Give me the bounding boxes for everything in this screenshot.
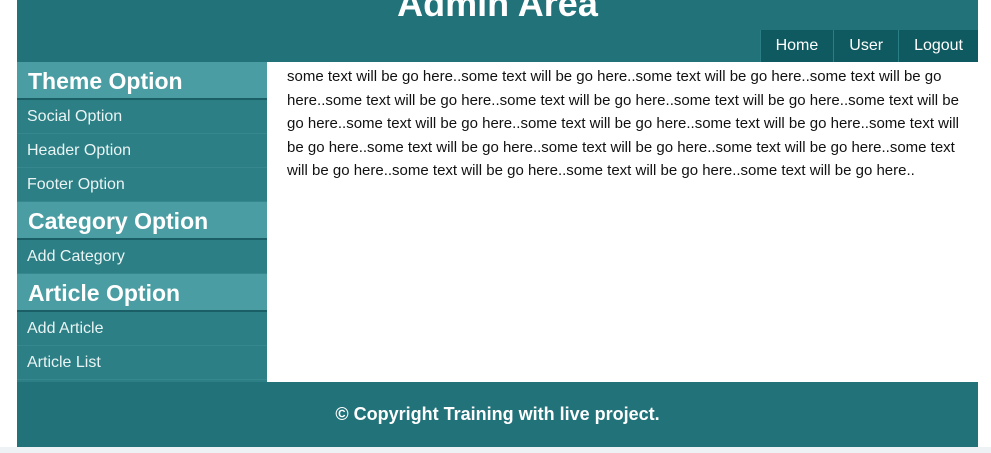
section-title-article-option: Article Option: [17, 274, 267, 312]
nav-logout-link[interactable]: Logout: [898, 30, 978, 62]
window-bottom-strip: [0, 447, 991, 453]
sidebar-item-add-category[interactable]: Add Category: [17, 240, 267, 274]
footer: © Copyright Training with live project.: [17, 382, 978, 447]
nav-home-link[interactable]: Home: [759, 30, 834, 62]
nav-user-link[interactable]: User: [833, 30, 899, 62]
copyright-text: © Copyright Training with live project.: [335, 404, 660, 424]
section-title-category-option: Category Option: [17, 202, 267, 240]
site-title: Admin Area: [397, 0, 598, 24]
sidebar: Theme Option Social Option Header Option…: [17, 62, 267, 382]
sidebar-item-add-article[interactable]: Add Article: [17, 312, 267, 346]
sidebar-item-social-option[interactable]: Social Option: [17, 100, 267, 134]
sidebar-item-header-option[interactable]: Header Option: [17, 134, 267, 168]
page-frame: Admin Area Home User Logout Theme Option…: [17, 0, 978, 447]
sidebar-item-article-list[interactable]: Article List: [17, 346, 267, 380]
header: Admin Area Home User Logout: [17, 0, 978, 62]
main-content: some text will be go here..some text wil…: [267, 62, 978, 382]
content-paragraph: some text will be go here..some text wil…: [287, 68, 959, 179]
top-nav: Home User Logout: [759, 30, 978, 62]
sidebar-item-footer-option[interactable]: Footer Option: [17, 168, 267, 202]
section-title-theme-option: Theme Option: [17, 62, 267, 100]
